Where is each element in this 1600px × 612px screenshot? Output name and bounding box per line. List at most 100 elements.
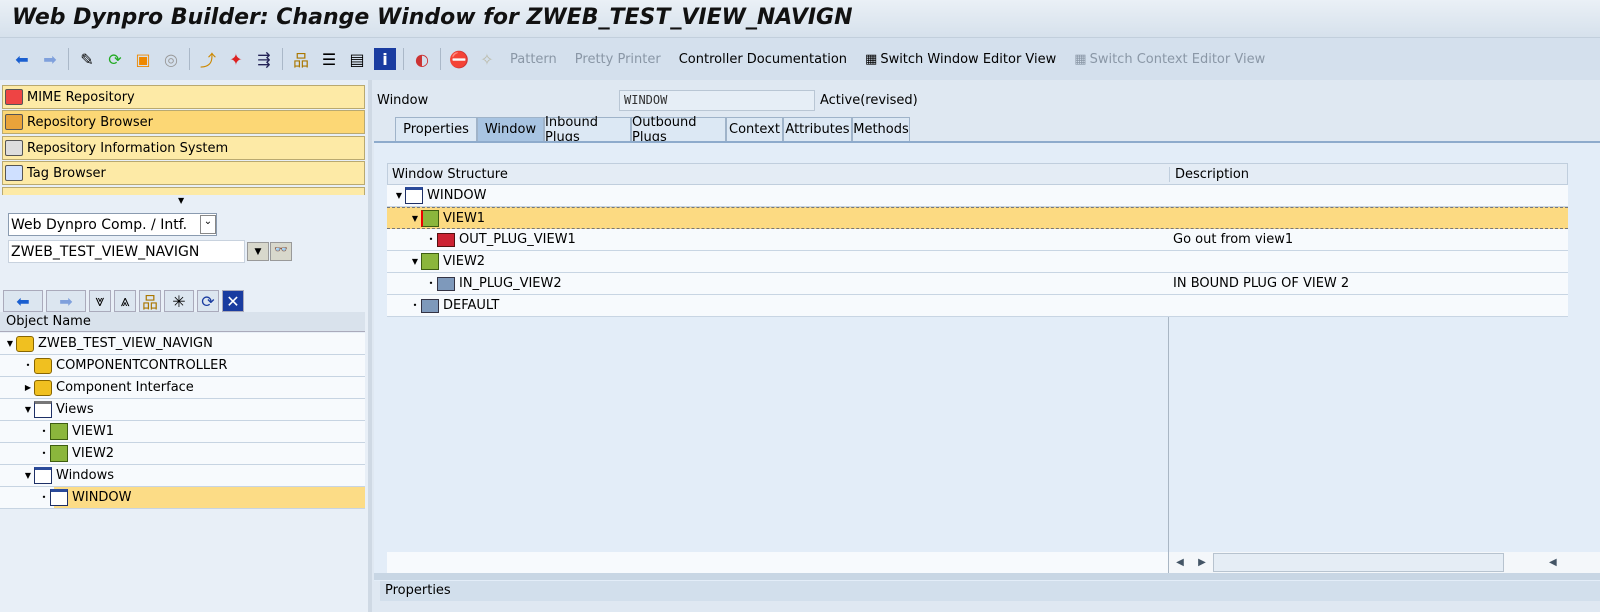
separator <box>189 48 190 70</box>
row-description <box>1170 295 1173 317</box>
object-name-input[interactable]: ZWEB_TEST_VIEW_NAVIGN <box>8 240 245 263</box>
tab-window[interactable]: Window <box>477 117 544 141</box>
leaf-dot: • <box>41 493 47 502</box>
controller-documentation-button[interactable]: Controller Documentation <box>679 52 847 67</box>
switch-window-label: Switch Window Editor View <box>880 51 1057 67</box>
tree-header: Object Name <box>0 312 365 332</box>
view-icon <box>421 209 439 227</box>
table-row[interactable]: • OUT_PLUG_VIEW1 Go out from view1 <box>387 229 1568 251</box>
display-glasses-button[interactable]: 👓 <box>270 242 292 261</box>
test-icon[interactable]: ✦ <box>225 48 247 70</box>
hierarchy-icon <box>5 114 23 130</box>
splitter[interactable] <box>374 573 1600 580</box>
row-description: IN BOUND PLUG OF VIEW 2 <box>1173 276 1350 291</box>
where-used-icon[interactable]: ◎ <box>160 48 182 70</box>
hierarchy-icon[interactable]: 品 <box>290 48 312 70</box>
tag-browser-button[interactable]: Tag Browser <box>2 161 365 185</box>
tree-node[interactable]: • VIEW1 <box>0 421 365 443</box>
expand-all-icon[interactable]: ⩔ <box>89 290 111 312</box>
window-title: Web Dynpro Builder: Change Window for ZW… <box>12 5 853 30</box>
switch-context-editor-button[interactable]: ▦ Switch Context Editor View <box>1074 52 1265 67</box>
table-row[interactable]: • IN_PLUG_VIEW2 IN BOUND PLUG OF VIEW 2 <box>387 273 1568 295</box>
stop-user-icon[interactable]: ⛔ <box>448 48 470 70</box>
row-name: VIEW1 <box>443 210 486 226</box>
component-icon <box>16 335 34 352</box>
close-icon[interactable]: ✕ <box>222 290 244 312</box>
windows-folder-icon <box>34 467 52 484</box>
more-nav-button[interactable] <box>2 187 365 195</box>
wizard-icon[interactable]: ✧ <box>476 48 498 70</box>
tree-node[interactable]: ▼ Windows <box>0 465 365 487</box>
chevron-down-icon: ⌄ <box>200 215 216 234</box>
tab-methods[interactable]: Methods <box>852 117 910 141</box>
info-system-icon <box>5 140 23 156</box>
mime-repository-button[interactable]: MIME Repository <box>2 85 365 109</box>
tab-inbound-plugs[interactable]: Inbound Plugs <box>544 115 631 145</box>
switch-icon: ▦ <box>865 51 878 67</box>
stack-icon[interactable]: ☰ <box>318 48 340 70</box>
display-change-icon[interactable]: ✎ <box>76 48 98 70</box>
leaf-dot: • <box>428 279 434 288</box>
inbound-plug-icon <box>437 276 455 291</box>
expand-icon: ▼ <box>6 339 14 348</box>
repository-info-system-button[interactable]: Repository Information System <box>2 136 365 160</box>
back-icon[interactable]: ⬅ <box>11 48 33 70</box>
other-object-icon[interactable]: ▣ <box>132 48 154 70</box>
scroll-left-icon[interactable]: ◀ <box>1169 557 1191 568</box>
pretty-printer-button[interactable]: Pretty Printer <box>575 52 661 67</box>
table-row[interactable]: ▼ WINDOW <box>387 185 1568 207</box>
back-icon[interactable]: ⬅ <box>3 290 43 312</box>
row-description: Go out from view1 <box>1173 232 1294 247</box>
horizontal-scrollbar[interactable]: ◀ ▶ ◀ <box>1169 552 1600 573</box>
application-toolbar: ⬅ ➡ ✎ ⟳ ▣ ◎ ⤴ ✦ ⇶ 品 ☰ ▤ i ◐ ⛔ ✧ Pattern … <box>0 38 1600 80</box>
separator <box>282 48 283 70</box>
tree-node[interactable]: • VIEW2 <box>0 443 365 465</box>
activate-icon[interactable]: ⟳ <box>104 48 126 70</box>
splitter[interactable] <box>368 80 372 612</box>
tree-node[interactable]: • COMPONENTCONTROLLER <box>0 355 365 377</box>
tab-outbound-plugs[interactable]: Outbound Plugs <box>631 115 726 145</box>
enhancement-icon[interactable]: ◐ <box>411 48 433 70</box>
separator <box>440 48 441 70</box>
column-window-structure[interactable]: Window Structure <box>388 167 1169 182</box>
status-text: Active(revised) <box>820 93 918 108</box>
repository-browser-button[interactable]: Repository Browser <box>2 110 365 134</box>
tree-node[interactable]: ▶ Component Interface <box>0 377 365 399</box>
nav-label: Repository Information System <box>27 140 229 156</box>
scroll-thumb[interactable] <box>1213 553 1504 572</box>
tab-attributes[interactable]: Attributes <box>783 117 852 141</box>
forward-icon[interactable]: ➡ <box>46 290 86 312</box>
scroll-left-icon[interactable]: ◀ <box>1549 557 1557 568</box>
plug-icon[interactable]: ⇶ <box>253 48 275 70</box>
hierarchy-up-icon[interactable]: 品 <box>139 290 161 312</box>
layout-icon[interactable]: ▤ <box>346 48 368 70</box>
star-icon[interactable]: ✳ <box>164 290 194 312</box>
collapse-arrow-icon[interactable]: ▼ <box>178 196 184 205</box>
table-header: Window Structure Description <box>387 163 1568 185</box>
inbound-plug-icon <box>421 298 439 313</box>
table-row[interactable]: • DEFAULT <box>387 295 1568 317</box>
dropdown-button[interactable]: ▼ <box>247 242 269 261</box>
column-description[interactable]: Description <box>1169 166 1249 182</box>
tree-node[interactable]: ▼ ZWEB_TEST_VIEW_NAVIGN <box>0 333 365 355</box>
row-name: WINDOW <box>427 188 487 203</box>
object-type-select[interactable]: Web Dynpro Comp. / Intf. ⌄ <box>8 213 217 236</box>
navigation-icon[interactable]: ⤴ <box>197 48 219 70</box>
nav-label: MIME Repository <box>27 89 135 105</box>
tab-properties[interactable]: Properties <box>395 117 477 141</box>
pattern-button[interactable]: Pattern <box>510 52 557 67</box>
expand-icon: ▼ <box>24 471 32 480</box>
expand-icon: ▼ <box>411 257 419 266</box>
tree-node-selected[interactable]: • WINDOW <box>0 487 365 509</box>
forward-icon[interactable]: ➡ <box>39 48 61 70</box>
info-icon[interactable]: i <box>374 48 396 70</box>
refresh-icon[interactable]: ⟳ <box>197 290 219 312</box>
tree-node[interactable]: ▼ Views <box>0 399 365 421</box>
leaf-dot: • <box>25 361 31 370</box>
scroll-right-icon[interactable]: ▶ <box>1191 557 1213 568</box>
switch-window-editor-button[interactable]: ▦ Switch Window Editor View <box>865 52 1056 67</box>
table-row[interactable]: ▼ VIEW2 <box>387 251 1568 273</box>
table-row-selected[interactable]: ▼ VIEW1 <box>387 207 1568 229</box>
collapse-all-icon[interactable]: ⩓ <box>114 290 136 312</box>
tab-context[interactable]: Context <box>726 117 783 141</box>
